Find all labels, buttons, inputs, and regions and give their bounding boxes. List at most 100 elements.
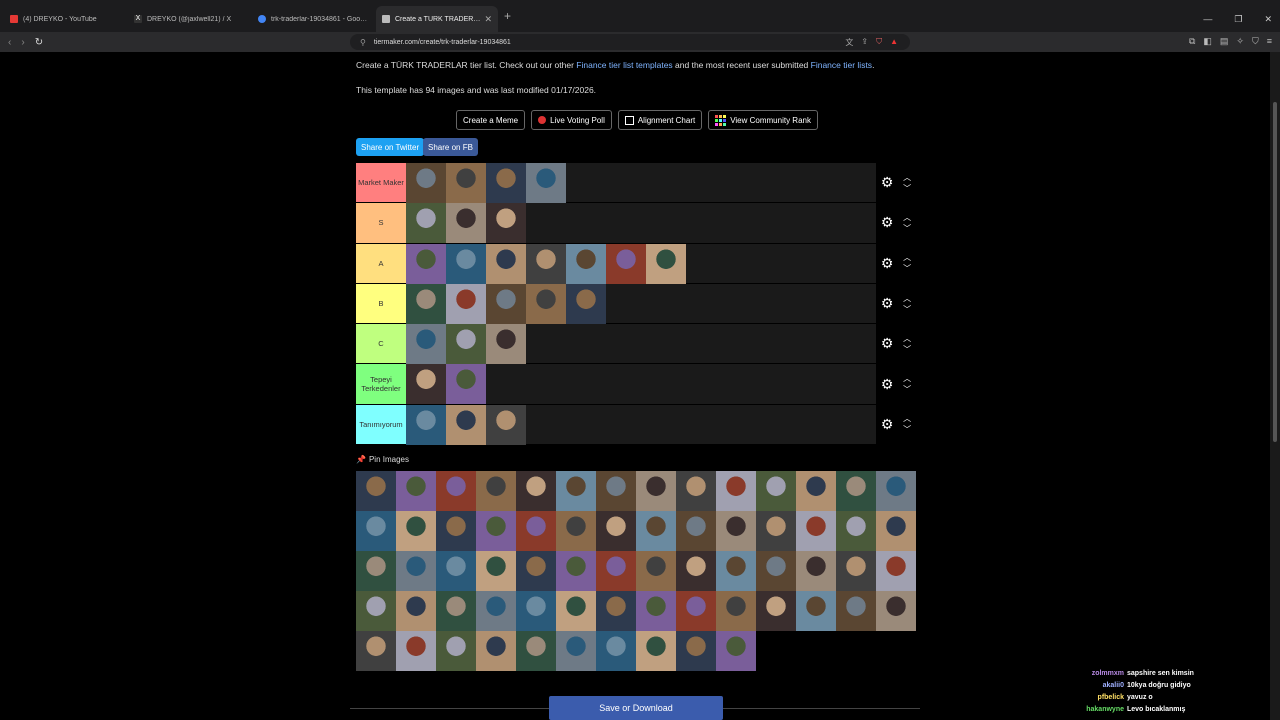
tier-item-image[interactable] [406, 364, 446, 405]
tier-item-image[interactable] [446, 364, 486, 405]
chevron-down-icon[interactable]: ﹀ [903, 384, 911, 395]
tier-item-image[interactable] [446, 163, 486, 203]
address-bar[interactable]: ⚲ tiermaker.com/create/trk-traderlar-190… [350, 34, 910, 50]
restore-icon[interactable]: ❐ [1234, 14, 1242, 25]
scrollbar-thumb[interactable] [1273, 102, 1277, 442]
tier-item-image[interactable] [406, 283, 446, 324]
pool-image[interactable] [516, 631, 556, 671]
menu-icon[interactable]: ≡ [1267, 36, 1272, 47]
finance-tier-lists-link[interactable]: Finance tier lists [811, 60, 872, 70]
pool-image[interactable] [436, 511, 476, 551]
pool-image[interactable] [476, 511, 516, 551]
tier-label[interactable]: S [356, 203, 406, 243]
tier-item-image[interactable] [486, 283, 526, 324]
chevron-down-icon[interactable]: ﹀ [903, 183, 911, 194]
pool-image[interactable] [356, 511, 396, 551]
pool-image[interactable] [436, 631, 476, 671]
chevron-up-icon[interactable]: ︿ [903, 413, 911, 424]
chevron-up-icon[interactable]: ︿ [903, 373, 911, 384]
pool-image[interactable] [836, 591, 876, 631]
pool-image[interactable] [756, 591, 796, 631]
pool-image[interactable] [596, 591, 636, 631]
tier-item-image[interactable] [486, 203, 526, 244]
gear-icon[interactable]: ⚙ [881, 376, 894, 393]
alignment-chart-button[interactable]: Alignment Chart [617, 110, 703, 130]
pool-image[interactable] [436, 471, 476, 511]
pool-image[interactable] [476, 631, 516, 671]
pool-image[interactable] [356, 551, 396, 591]
tier-item-image[interactable] [486, 163, 526, 203]
tier-label[interactable]: Tepeyi Terkedenler [356, 364, 406, 404]
site-info-icon[interactable]: ⚲ [360, 38, 366, 47]
tier-item-image[interactable] [606, 243, 646, 284]
pool-image[interactable] [476, 471, 516, 511]
pool-image[interactable] [796, 591, 836, 631]
back-icon[interactable]: ‹ [8, 37, 11, 48]
pool-image[interactable] [676, 591, 716, 631]
pool-image[interactable] [516, 551, 556, 591]
pool-image[interactable] [796, 471, 836, 511]
pool-image[interactable] [516, 591, 556, 631]
tier-label[interactable]: A [356, 243, 406, 283]
chevron-down-icon[interactable]: ﹀ [903, 424, 911, 435]
tier-items[interactable] [406, 243, 876, 284]
tier-item-image[interactable] [526, 283, 566, 324]
pin-images-header[interactable]: 📌 Pin Images [356, 455, 409, 464]
tier-item-image[interactable] [566, 283, 606, 324]
pool-image[interactable] [796, 511, 836, 551]
close-tab-icon[interactable]: ✕ [484, 14, 492, 25]
tier-label[interactable]: C [356, 324, 406, 364]
tier-label[interactable]: B [356, 283, 406, 324]
browser-tab[interactable]: (4) DREYKO - YouTube [4, 6, 126, 32]
tier-item-image[interactable] [406, 203, 446, 244]
share-twitter-button[interactable]: Share on Twitter [356, 138, 425, 156]
tier-items[interactable] [406, 283, 876, 324]
pool-image[interactable] [516, 471, 556, 511]
pool-image[interactable] [716, 551, 756, 591]
tier-item-image[interactable] [406, 324, 446, 365]
pool-image[interactable] [396, 551, 436, 591]
browser-tab[interactable]: trk-traderlar-19034861 - Google'da A [252, 6, 374, 32]
tier-item-image[interactable] [446, 324, 486, 365]
pool-image[interactable] [716, 471, 756, 511]
pool-image[interactable] [676, 471, 716, 511]
pool-image[interactable] [356, 471, 396, 511]
chevron-up-icon[interactable]: ︿ [903, 293, 911, 304]
wallet-icon[interactable]: ▤ [1220, 36, 1229, 47]
chevron-up-icon[interactable]: ︿ [903, 172, 911, 183]
tier-item-image[interactable] [526, 163, 566, 203]
close-window-icon[interactable]: ✕ [1264, 14, 1272, 25]
tier-item-image[interactable] [446, 283, 486, 324]
translate-icon[interactable]: 文 [845, 37, 853, 48]
chevron-up-icon[interactable]: ︿ [903, 212, 911, 223]
chevron-down-icon[interactable]: ﹀ [903, 344, 911, 355]
pool-image[interactable] [556, 551, 596, 591]
pool-image[interactable] [836, 551, 876, 591]
forward-icon[interactable]: › [21, 37, 24, 48]
pool-image[interactable] [596, 511, 636, 551]
pool-image[interactable] [556, 471, 596, 511]
tier-items[interactable] [406, 324, 876, 365]
tier-item-image[interactable] [646, 243, 686, 284]
tier-item-image[interactable] [566, 243, 606, 284]
pool-image[interactable] [876, 551, 916, 591]
pool-image[interactable] [876, 511, 916, 551]
tier-items[interactable] [406, 364, 876, 405]
pool-image[interactable] [716, 631, 756, 671]
tier-item-image[interactable] [446, 243, 486, 284]
extension-icon[interactable]: ▲ [890, 37, 898, 48]
pool-image[interactable] [396, 591, 436, 631]
pool-image[interactable] [356, 631, 396, 671]
minimize-icon[interactable]: — [1203, 14, 1212, 25]
reload-icon[interactable]: ↻ [35, 37, 43, 48]
pool-image[interactable] [476, 591, 516, 631]
tier-items[interactable] [406, 203, 876, 244]
tier-item-image[interactable] [486, 243, 526, 284]
tier-item-image[interactable] [486, 324, 526, 365]
chevron-up-icon[interactable]: ︿ [903, 252, 911, 263]
pool-image[interactable] [556, 591, 596, 631]
pool-image[interactable] [436, 551, 476, 591]
chevron-up-icon[interactable]: ︿ [903, 333, 911, 344]
gear-icon[interactable]: ⚙ [881, 295, 894, 312]
gear-icon[interactable]: ⚙ [881, 214, 894, 231]
